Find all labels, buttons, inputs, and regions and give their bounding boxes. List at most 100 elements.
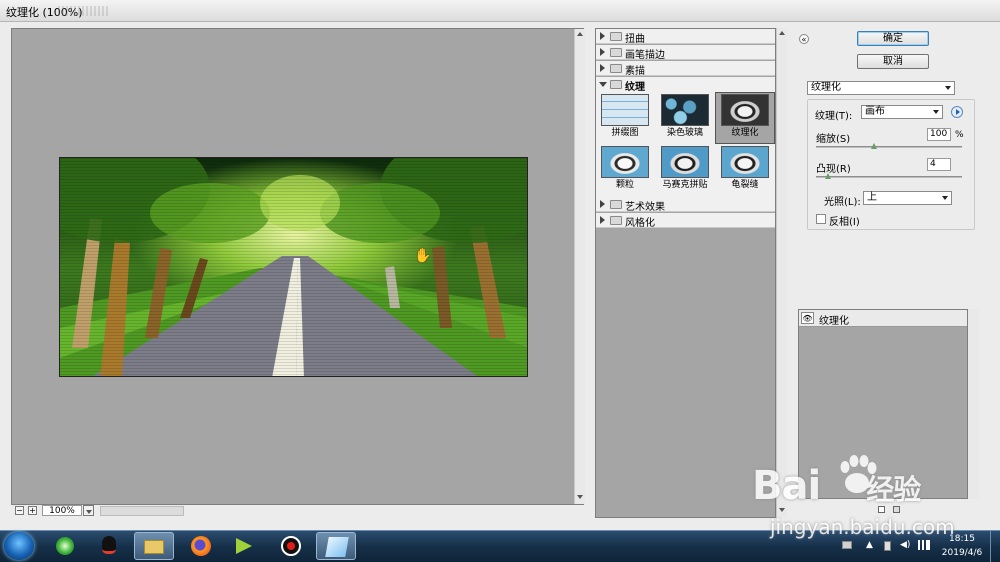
taskbar-app-qq[interactable]	[90, 532, 130, 560]
scaling-slider-thumb[interactable]	[871, 143, 878, 149]
record-icon	[281, 536, 301, 556]
light-label: 光照(L):	[824, 197, 861, 208]
hand-cursor-icon: ✋	[414, 248, 432, 264]
scaling-unit: %	[955, 130, 964, 140]
expand-triangle-icon	[600, 48, 605, 56]
record-dot-icon	[287, 542, 295, 550]
collapse-gallery-button[interactable]: «	[799, 34, 809, 44]
scaling-label: 缩放(S)	[816, 134, 851, 145]
collapse-triangle-icon	[599, 82, 607, 87]
tree-tunnel-road-photo	[60, 158, 527, 376]
preview-image[interactable]	[59, 157, 528, 377]
zoom-dropdown[interactable]	[83, 505, 94, 516]
thumb-craquelure[interactable]	[721, 146, 769, 178]
baidu-logo-bai: Bai	[752, 463, 821, 509]
scaling-slider[interactable]	[816, 146, 962, 148]
title-bar[interactable]: 纹理化 (100%)	[0, 0, 1000, 22]
category-brush-strokes[interactable]: 画笔描边	[596, 45, 775, 61]
scroll-down-icon[interactable]	[577, 495, 583, 499]
category-label: 艺术效果	[625, 202, 665, 213]
qq-penguin-icon	[102, 536, 116, 554]
thumb-stained-glass[interactable]	[661, 94, 709, 126]
filter-select-value: 纹理化	[811, 82, 841, 93]
thumb-patchwork[interactable]	[601, 94, 649, 126]
thumb-mosaic-tiles[interactable]	[661, 146, 709, 178]
play-triangle-icon	[956, 109, 960, 115]
play-icon	[236, 538, 252, 554]
taskbar-app-photoshop[interactable]	[316, 532, 356, 560]
scroll-up-icon[interactable]	[577, 32, 583, 36]
category-artistic[interactable]: 艺术效果	[596, 197, 775, 213]
zoom-in-button[interactable]: +	[28, 506, 37, 515]
eye-icon[interactable]: 👁	[801, 312, 814, 324]
preview-vertical-scrollbar[interactable]	[574, 29, 585, 504]
preview-horizontal-scrollbar[interactable]	[100, 506, 184, 516]
thumb-texturizer[interactable]	[721, 94, 769, 126]
effect-layer-label: 纹理化	[819, 316, 849, 327]
taskbar-app-video-player[interactable]	[226, 532, 266, 560]
thumb-label-stained-glass[interactable]: 染色玻璃	[655, 125, 715, 138]
firefox-icon	[191, 536, 211, 556]
thumb-label-patchwork[interactable]: 拼缀图	[595, 125, 655, 138]
texture-menu-button[interactable]	[951, 106, 963, 118]
thumb-grain[interactable]	[601, 146, 649, 178]
thumb-label-mosaic-tiles[interactable]: 马赛克拼贴	[655, 177, 715, 190]
chevron-down-icon	[945, 86, 951, 90]
clock-date[interactable]: 2019/4/6	[940, 548, 984, 558]
folder-icon	[610, 32, 622, 41]
expand-triangle-icon	[600, 200, 605, 208]
zoom-level-field[interactable]: 100%	[42, 505, 82, 516]
scroll-up-icon[interactable]	[779, 31, 785, 35]
folder-open-icon	[610, 80, 622, 89]
category-sketch[interactable]: 素描	[596, 61, 775, 77]
chevron-down-icon	[86, 510, 92, 514]
feather-icon	[325, 537, 349, 557]
texture-select[interactable]: 画布	[861, 105, 943, 119]
effect-layer-row[interactable]: 👁 纹理化	[799, 310, 967, 327]
expand-triangle-icon	[600, 64, 605, 72]
expand-triangle-icon	[600, 216, 605, 224]
relief-label: 凸现(R)	[816, 164, 851, 175]
taskbar-app-360-browser[interactable]	[46, 532, 86, 560]
category-label: 画笔描边	[625, 50, 665, 61]
invert-checkbox[interactable]	[816, 214, 826, 224]
taskbar-app-firefox[interactable]	[182, 532, 222, 560]
folder-icon	[610, 200, 622, 209]
browser-360-icon	[56, 537, 74, 555]
taskbar-app-file-explorer[interactable]	[134, 532, 174, 560]
invert-label[interactable]: 反相(I)	[829, 213, 860, 228]
chevron-down-icon	[942, 196, 948, 200]
relief-slider[interactable]	[816, 176, 962, 178]
texture-label: 纹理(T):	[815, 111, 853, 122]
category-texture[interactable]: 纹理	[596, 77, 775, 93]
light-select-value: 上	[867, 192, 877, 203]
category-label: 素描	[625, 66, 645, 77]
folder-icon	[610, 48, 622, 57]
filter-select[interactable]: 纹理化	[807, 81, 955, 95]
taskbar-app-screen-recorder[interactable]	[272, 532, 312, 560]
category-label: 风格化	[625, 218, 655, 229]
start-button[interactable]	[4, 532, 34, 560]
ok-button[interactable]: 确定	[857, 31, 929, 46]
relief-slider-thumb[interactable]	[824, 173, 831, 179]
baidu-watermark: Bai 经验 jingyan.baidu.com	[752, 445, 992, 545]
thumb-label-craquelure[interactable]: 龟裂缝	[715, 177, 775, 190]
folder-icon	[144, 540, 164, 554]
thumb-label-grain[interactable]: 颗粒	[595, 177, 655, 190]
title-bar-faded-icon	[58, 6, 108, 16]
relief-field[interactable]: 4	[927, 158, 951, 171]
texture-select-value: 画布	[865, 106, 885, 117]
category-label: 扭曲	[625, 34, 645, 45]
scaling-field[interactable]: 100	[927, 128, 951, 141]
baidu-paw-icon	[840, 455, 877, 493]
thumb-label-texturizer[interactable]: 纹理化	[715, 125, 775, 138]
folder-icon	[610, 216, 622, 225]
category-distort[interactable]: 扭曲	[596, 29, 775, 45]
chevron-down-icon	[933, 110, 939, 114]
expand-triangle-icon	[600, 32, 605, 40]
zoom-out-button[interactable]: −	[15, 506, 24, 515]
light-select[interactable]: 上	[863, 191, 952, 205]
category-stylize[interactable]: 风格化	[596, 213, 775, 229]
cancel-button[interactable]: 取消	[857, 54, 929, 69]
folder-icon	[610, 64, 622, 73]
